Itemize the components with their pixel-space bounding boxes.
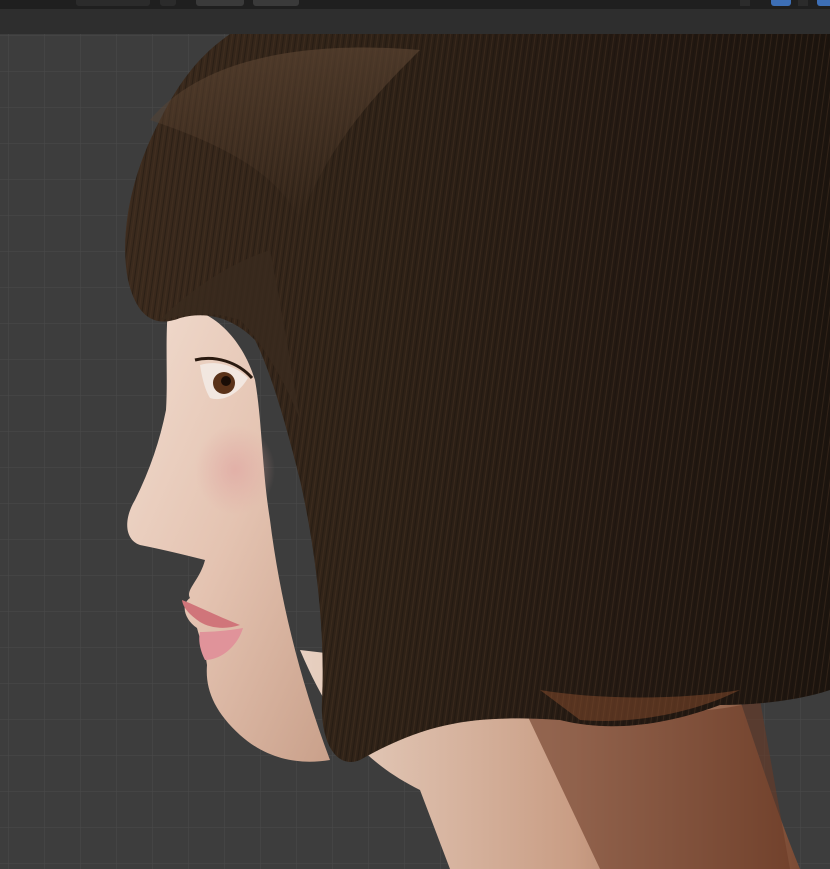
editor-header [0,0,830,9]
object-mode-dropdown[interactable] [76,0,150,6]
global-transform-icon[interactable] [160,0,176,6]
render-canvas [0,34,830,869]
overlay-dropdown-icon[interactable] [798,0,808,6]
gizmo-toggle-icon[interactable] [817,0,830,6]
tool-settings-bar [0,9,830,34]
proportional-editing-toggle[interactable] [253,0,299,6]
3d-viewport[interactable] [0,34,830,869]
viewport-shading-rendered-button[interactable] [771,0,791,6]
pupil [221,376,231,386]
snapping-toggle[interactable] [196,0,244,6]
visibility-icon[interactable] [740,0,750,6]
cheek-blush [195,425,275,515]
3d-viewport-window [0,0,830,869]
